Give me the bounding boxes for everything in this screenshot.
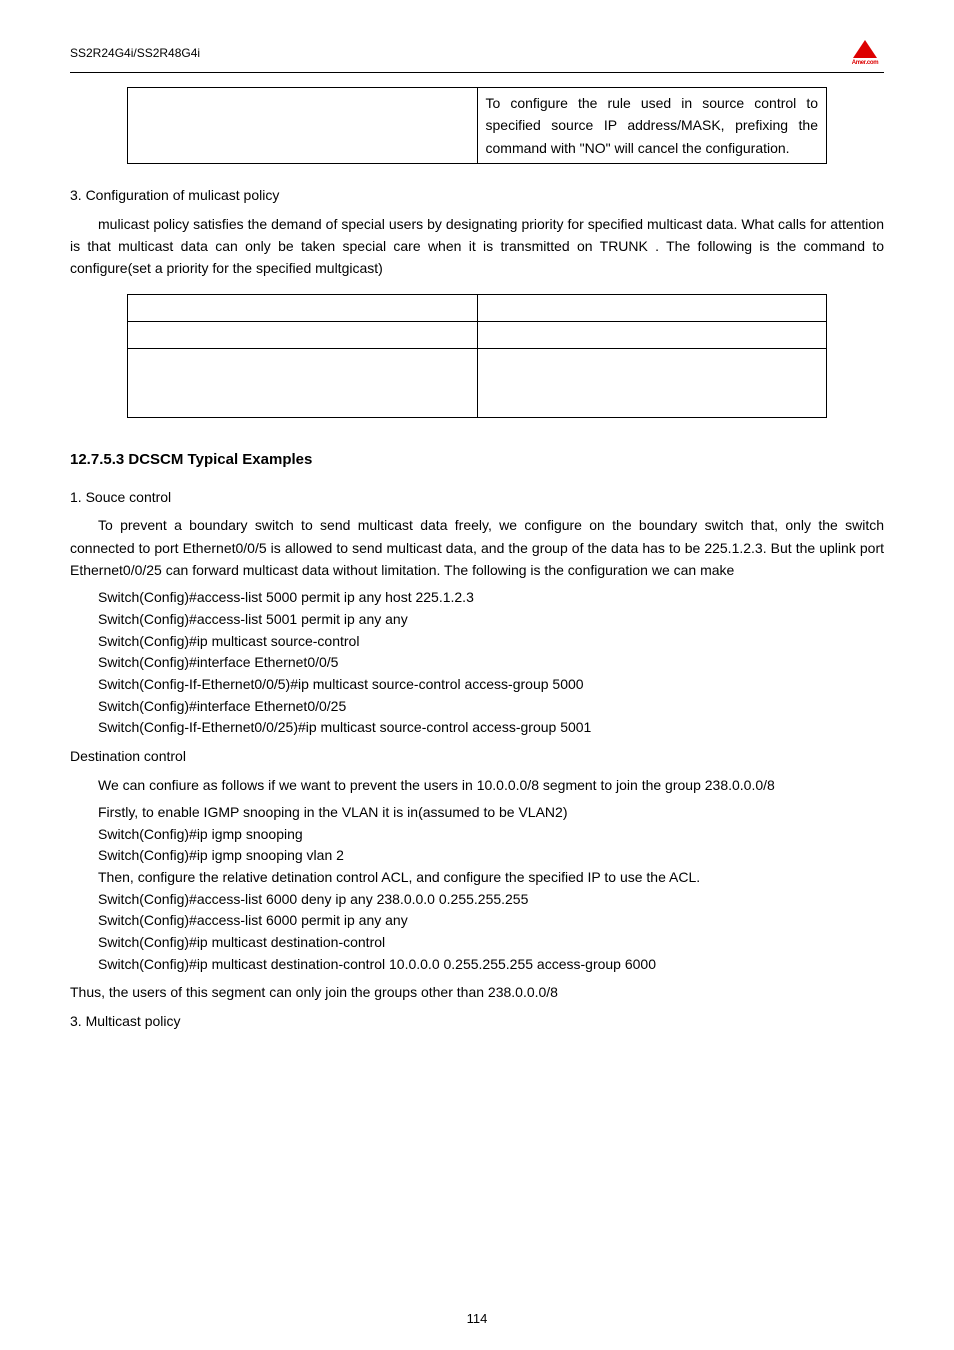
- command-line: Firstly, to enable IGMP snooping in the …: [70, 802, 884, 824]
- model-label: SS2R24G4i/SS2R48G4i: [70, 44, 200, 63]
- command-line: Switch(Config)#access-list 6000 deny ip …: [70, 889, 884, 911]
- souce-control-body: To prevent a boundary switch to send mul…: [70, 514, 884, 581]
- destination-control-title: Destination control: [70, 745, 884, 767]
- command-line: Switch(Config)#ip multicast destination-…: [70, 954, 884, 976]
- brand-logo: Amer.com: [846, 40, 884, 68]
- destination-intro: We can confiure as follows if we want to…: [70, 774, 884, 796]
- command-line: Switch(Config-If-Ethernet0/0/5)#ip multi…: [70, 674, 884, 696]
- multicast-policy-title: 3. Multicast policy: [70, 1010, 884, 1032]
- table-cell: [128, 348, 478, 417]
- empty-command-table: [127, 294, 827, 418]
- command-line: Switch(Config)#ip igmp snooping vlan 2: [70, 845, 884, 867]
- table-cell-right: To configure the rule used in source con…: [477, 88, 827, 164]
- page-header: SS2R24G4i/SS2R48G4i Amer.com: [70, 40, 884, 73]
- table-cell: [477, 294, 827, 321]
- logo-text: Amer.com: [846, 59, 884, 69]
- examples-heading: 12.7.5.3 DCSCM Typical Examples: [70, 448, 884, 472]
- command-line: Switch(Config-If-Ethernet0/0/25)#ip mult…: [70, 717, 884, 739]
- command-line: Switch(Config)#access-list 6000 permit i…: [70, 910, 884, 932]
- command-line: Switch(Config)#ip multicast destination-…: [70, 932, 884, 954]
- command-line: Switch(Config)#interface Ethernet0/0/25: [70, 696, 884, 718]
- section3-title: 3. Configuration of mulicast policy: [70, 184, 884, 206]
- table-cell-left: [128, 88, 478, 164]
- souce-control-title: 1. Souce control: [70, 486, 884, 508]
- top-config-table: To configure the rule used in source con…: [127, 87, 827, 164]
- command-line: Then, configure the relative detination …: [70, 867, 884, 889]
- table-cell: [477, 348, 827, 417]
- command-line: Switch(Config)#interface Ethernet0/0/5: [70, 652, 884, 674]
- section3-body: mulicast policy satisfies the demand of …: [70, 213, 884, 280]
- table-cell: [128, 294, 478, 321]
- table-cell: [477, 321, 827, 348]
- command-line: Switch(Config)#access-list 5001 permit i…: [70, 609, 884, 631]
- page-number: 114: [0, 1309, 954, 1330]
- table-cell: [128, 321, 478, 348]
- command-line: Switch(Config)#access-list 5000 permit i…: [70, 587, 884, 609]
- command-line: Switch(Config)#ip igmp snooping: [70, 824, 884, 846]
- logo-triangle-icon: [853, 40, 877, 58]
- destination-conclusion: Thus, the users of this segment can only…: [70, 981, 884, 1003]
- command-line: Switch(Config)#ip multicast source-contr…: [70, 631, 884, 653]
